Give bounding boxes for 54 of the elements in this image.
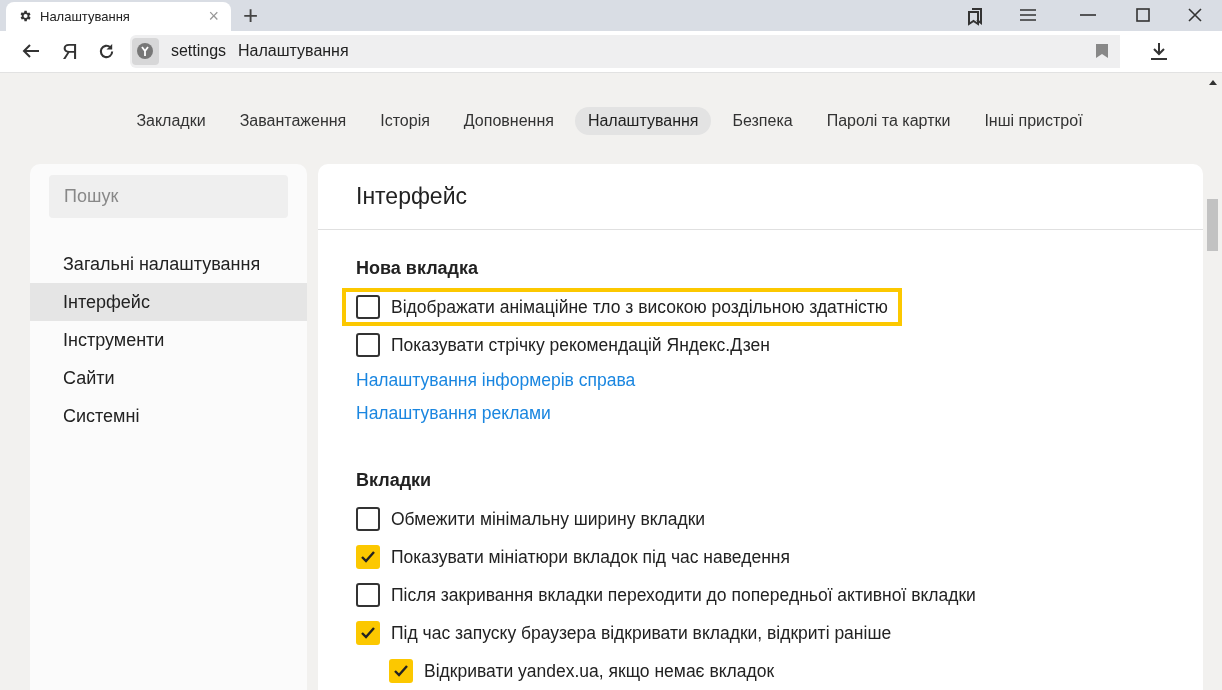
- checkbox[interactable]: [356, 295, 380, 319]
- maximize-icon[interactable]: [1136, 8, 1150, 22]
- scrollbar-thumb[interactable]: [1207, 199, 1218, 251]
- menu-icon[interactable]: [1020, 8, 1036, 22]
- new-tab-button[interactable]: +: [239, 0, 263, 31]
- sidebar-item[interactable]: Інтерфейс: [30, 283, 307, 321]
- nav-tab[interactable]: Безпека: [719, 107, 806, 135]
- nav-tab[interactable]: Історія: [367, 107, 443, 135]
- checkbox-label: Відкривати yandex.ua, якщо немає вкладок: [424, 659, 775, 683]
- browser-tab[interactable]: Налаштування ×: [6, 2, 231, 31]
- checkbox-label: Обмежити мінімальну ширину вкладки: [391, 507, 706, 531]
- checkbox[interactable]: [389, 659, 413, 683]
- checkbox[interactable]: [356, 583, 380, 607]
- checkbox-label: Відображати анімаційне тло з високою роздільною здатністю: [391, 295, 888, 319]
- checkbox-label: Після закривання вкладки переходити до попередньої активної вкладки: [391, 583, 976, 607]
- site-badge-icon: [131, 37, 159, 65]
- close-icon[interactable]: [1188, 8, 1202, 22]
- nav-tab[interactable]: Налаштування: [574, 107, 712, 135]
- gear-icon: [18, 9, 32, 24]
- section-heading: Вкладки: [356, 469, 432, 492]
- page-heading: Інтерфейс: [356, 182, 467, 212]
- sidebar-item[interactable]: Сайти: [30, 359, 307, 397]
- scroll-up-icon[interactable]: [1208, 80, 1217, 85]
- tab-title: Налаштування: [40, 7, 131, 26]
- search-field[interactable]: Пошук: [49, 175, 288, 218]
- reload-icon[interactable]: [97, 42, 115, 60]
- sidebar-item[interactable]: Загальні налаштування: [30, 245, 307, 283]
- checkmark-icon: [361, 551, 375, 563]
- nav-tab[interactable]: Доповнення: [450, 107, 567, 135]
- download-icon[interactable]: [1149, 42, 1168, 61]
- section-heading: Нова вкладка: [356, 257, 479, 280]
- nav-tab[interactable]: Інші пристрої: [971, 107, 1096, 135]
- back-arrow-icon[interactable]: [22, 43, 40, 60]
- nav-tab[interactable]: Закладки: [123, 107, 219, 135]
- settings-link[interactable]: Налаштування реклами: [356, 400, 551, 427]
- checkmark-icon: [361, 627, 375, 639]
- nav-tab[interactable]: Паролі та картки: [813, 107, 964, 135]
- url-page-title: Налаштування: [238, 41, 350, 62]
- bookmark-icon[interactable]: [1095, 44, 1108, 59]
- checkmark-icon: [394, 665, 408, 677]
- home-button[interactable]: Я: [62, 34, 78, 68]
- checkbox[interactable]: [356, 545, 380, 569]
- checkbox[interactable]: [356, 507, 380, 531]
- url-host: settings: [170, 41, 227, 62]
- checkbox[interactable]: [356, 333, 380, 357]
- nav-tab[interactable]: Завантаження: [226, 107, 360, 135]
- checkbox-label: Під час запуску браузера відкривати вкладки, відкриті раніше: [391, 621, 892, 645]
- sidebar-item[interactable]: Системні: [30, 397, 307, 435]
- settings-link[interactable]: Налаштування інформерів справа: [356, 367, 636, 394]
- sidebar-item[interactable]: Інструменти: [30, 321, 307, 359]
- checkbox-label: Показувати стрічку рекомендацій Яндекс.Дзен: [391, 333, 770, 357]
- checkbox-label: Показувати мініатюри вкладок під час наведення: [391, 545, 790, 569]
- address-field[interactable]: settings Налаштування: [129, 34, 1120, 68]
- checkbox[interactable]: [356, 621, 380, 645]
